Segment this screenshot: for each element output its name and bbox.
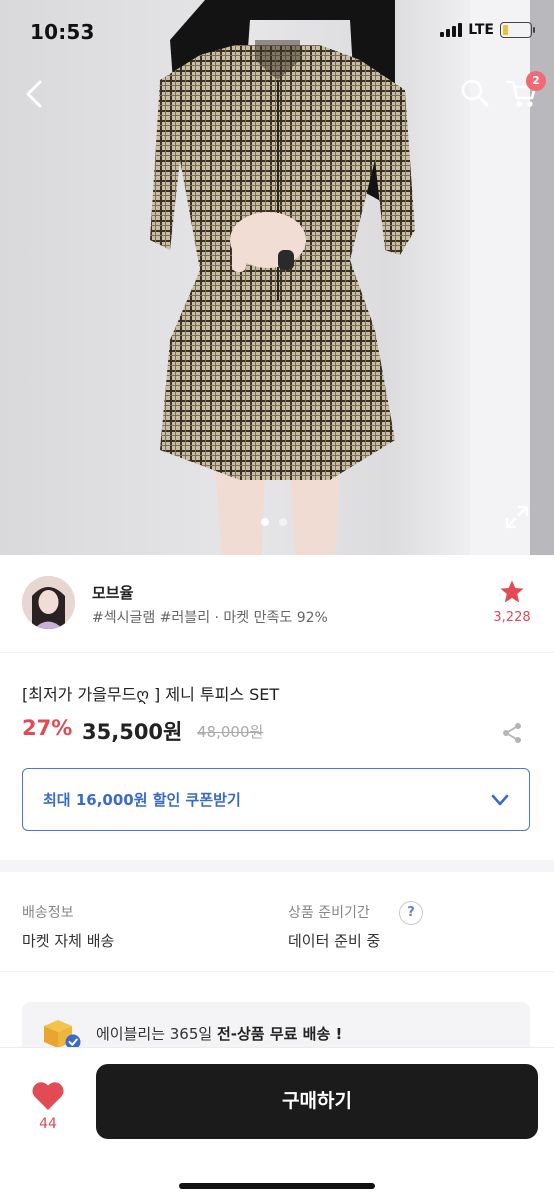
favorite-count: 3,228	[493, 610, 531, 625]
delivery-box-icon	[44, 1020, 81, 1050]
heart-icon[interactable]	[31, 1080, 65, 1112]
share-icon[interactable]	[500, 721, 524, 745]
pagination-dot[interactable]	[279, 518, 287, 526]
promo-text: 에이블리는 365일 전-상품 무료 배송 !	[96, 1023, 342, 1044]
seller-name[interactable]: 모브율	[92, 582, 133, 603]
star-icon[interactable]	[499, 579, 525, 605]
cart-badge: 2	[526, 71, 546, 91]
bottom-action-bar: 44 구매하기	[0, 1047, 554, 1200]
promo-highlight: 전-상품 무료 배송 !	[216, 1025, 343, 1043]
original-price: 48,000원	[197, 723, 264, 741]
discount-rate: 27%	[22, 716, 73, 740]
section-divider	[0, 860, 554, 872]
coupon-label: 최대 16,000원 할인 쿠폰받기	[43, 791, 241, 809]
back-arrow-icon[interactable]	[18, 74, 54, 114]
network-type: LTE	[468, 22, 494, 38]
battery-icon	[500, 22, 535, 38]
buy-button[interactable]: 구매하기	[96, 1064, 538, 1139]
product-title: [최저가 가을무드ღ ] 제니 투피스 SET	[22, 685, 280, 704]
seller-avatar[interactable]	[22, 576, 75, 629]
gallery-pagination	[261, 518, 287, 526]
chevron-down-icon	[491, 794, 509, 806]
search-icon[interactable]	[458, 76, 492, 110]
shipping-value: 마켓 자체 배송	[22, 932, 115, 950]
signal-icon	[440, 23, 463, 37]
product-info: [최저가 가을무드ღ ] 제니 투피스 SET 27% 35,500원 48,0…	[0, 654, 554, 860]
promo-prefix: 에이블리는 365일	[96, 1025, 217, 1043]
seller-tags: #섹시글램 #러블리 · 마켓 만족도 92%	[92, 610, 328, 626]
like-count: 44	[39, 1116, 57, 1132]
prep-period-label: 상품 준비기간	[288, 905, 370, 921]
home-indicator	[179, 1183, 375, 1189]
status-time: 10:53	[30, 20, 95, 44]
prep-period-value: 데이터 준비 중	[288, 932, 381, 950]
sale-price: 35,500원	[82, 720, 183, 744]
pagination-dot-active[interactable]	[261, 518, 269, 526]
shipping-info: 배송정보 마켓 자체 배송 상품 준비기간 ? 데이터 준비 중	[0, 872, 554, 972]
help-icon[interactable]: ?	[399, 901, 423, 925]
status-bar: 10:53 LTE	[0, 0, 554, 64]
expand-icon[interactable]	[504, 504, 530, 530]
shipping-label: 배송정보	[22, 905, 74, 921]
coupon-button[interactable]: 최대 16,000원 할인 쿠폰받기	[22, 768, 530, 831]
seller-row[interactable]: 모브율 #섹시글램 #러블리 · 마켓 만족도 92% 3,228	[0, 555, 554, 653]
